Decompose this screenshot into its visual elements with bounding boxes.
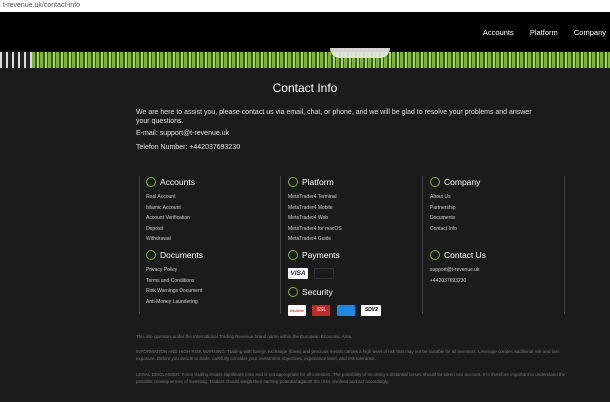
ssl-badge: SSL — [312, 305, 331, 317]
payments-heading: Payments — [302, 250, 340, 260]
contact-phone[interactable]: +442037693230 — [430, 276, 550, 287]
phone-icon — [430, 250, 440, 260]
security-heading: Security — [302, 287, 333, 297]
footer-link[interactable]: MetaTrader4 Mobile — [288, 203, 408, 214]
footer-link[interactable]: MetaTrader4 Terminal — [288, 192, 408, 203]
footer-link[interactable]: Islamic Account — [146, 203, 266, 214]
email-text: E-mail: support@t-revenue.uk — [136, 130, 230, 137]
secure-badge — [336, 305, 355, 317]
decorative-banner-stripe — [0, 52, 610, 68]
footer-link[interactable]: Privacy Policy — [146, 265, 266, 276]
link-icon — [146, 250, 156, 260]
nav-platform[interactable]: Platform — [530, 28, 558, 37]
risk-warning: INFORMATION AND HIGH RISK WARNING: Tradi… — [136, 349, 560, 361]
accounts-heading: Accounts — [160, 177, 195, 187]
intro-text: We are here to assist you, please contac… — [136, 109, 532, 125]
contact-us-heading: Contact Us — [444, 250, 487, 260]
building-icon — [430, 177, 440, 187]
security-section: Security McAfee SSL SDV2 — [288, 287, 408, 320]
banner-image — [330, 48, 390, 58]
sdv2-badge: SDV2 — [361, 305, 382, 317]
documents-section: Documents Privacy Policy Terms and Condi… — [146, 250, 266, 307]
footer-link[interactable]: Deposit — [146, 224, 266, 235]
page-title: Contact Info — [272, 81, 338, 95]
footer-link[interactable]: Withdrawal — [146, 234, 266, 245]
payments-section: Payments VISA — [288, 250, 408, 283]
footer-link[interactable]: Contact Info — [430, 224, 550, 235]
top-navigation: Accounts Platform Company — [0, 12, 610, 52]
column-divider — [422, 176, 423, 314]
mastercard-badge — [314, 268, 335, 280]
accounts-section: Accounts Real Account Islamic Account Ac… — [146, 177, 266, 245]
footer-link[interactable]: MetaTrader4 Web — [288, 213, 408, 224]
footer-link[interactable]: About Us — [430, 192, 550, 203]
footer-link[interactable]: Risk Warnings Document — [146, 286, 266, 297]
shield-icon — [288, 287, 298, 297]
documents-heading: Documents — [160, 250, 203, 260]
phone-text: Telefon Number: +442037693230 — [136, 144, 241, 151]
footer-link[interactable]: Partnership — [430, 203, 550, 214]
footer-link[interactable]: Documents — [430, 213, 550, 224]
platform-heading: Platform — [302, 177, 334, 187]
company-heading: Company — [444, 177, 481, 187]
monitor-icon — [288, 177, 298, 187]
contact-us-section: Contact Us support@t-revenue.uk +4420376… — [430, 250, 550, 286]
contact-email[interactable]: support@t-revenue.uk — [430, 265, 550, 276]
footer-link[interactable]: MetaTrader4 for macOS — [288, 224, 408, 235]
address-bar[interactable]: t-revenue.uk/contact-info — [0, 0, 610, 12]
wallet-icon — [288, 250, 298, 260]
mcafee-badge: McAfee — [288, 305, 306, 317]
visa-badge: VISA — [288, 268, 308, 280]
column-divider — [564, 176, 565, 314]
nav-company[interactable]: Company — [574, 28, 606, 37]
banner-stripe-dark — [0, 52, 32, 68]
platform-section: Platform MetaTrader4 Terminal MetaTrader… — [288, 177, 408, 245]
nav-accounts[interactable]: Accounts — [483, 28, 514, 37]
footer-link[interactable]: Real Account — [146, 192, 266, 203]
company-section: Company About Us Partnership Documents C… — [430, 177, 550, 234]
footer-link[interactable]: Anti-Money Laundering — [146, 297, 266, 308]
legal-disclaimer: LEGAL DISCLAIMER: Forex trading entails … — [136, 372, 566, 384]
footer-link[interactable]: Terms and Conditions — [146, 276, 266, 287]
footer-link[interactable]: MetaTrader4 Guide — [288, 234, 408, 245]
column-divider — [280, 176, 281, 314]
nav-links: Accounts Platform Company — [469, 28, 606, 37]
footer-link[interactable]: Account Verification — [146, 213, 266, 224]
column-divider — [139, 176, 140, 314]
operator-text: This site operates under the Internation… — [136, 334, 353, 339]
user-icon — [146, 177, 156, 187]
